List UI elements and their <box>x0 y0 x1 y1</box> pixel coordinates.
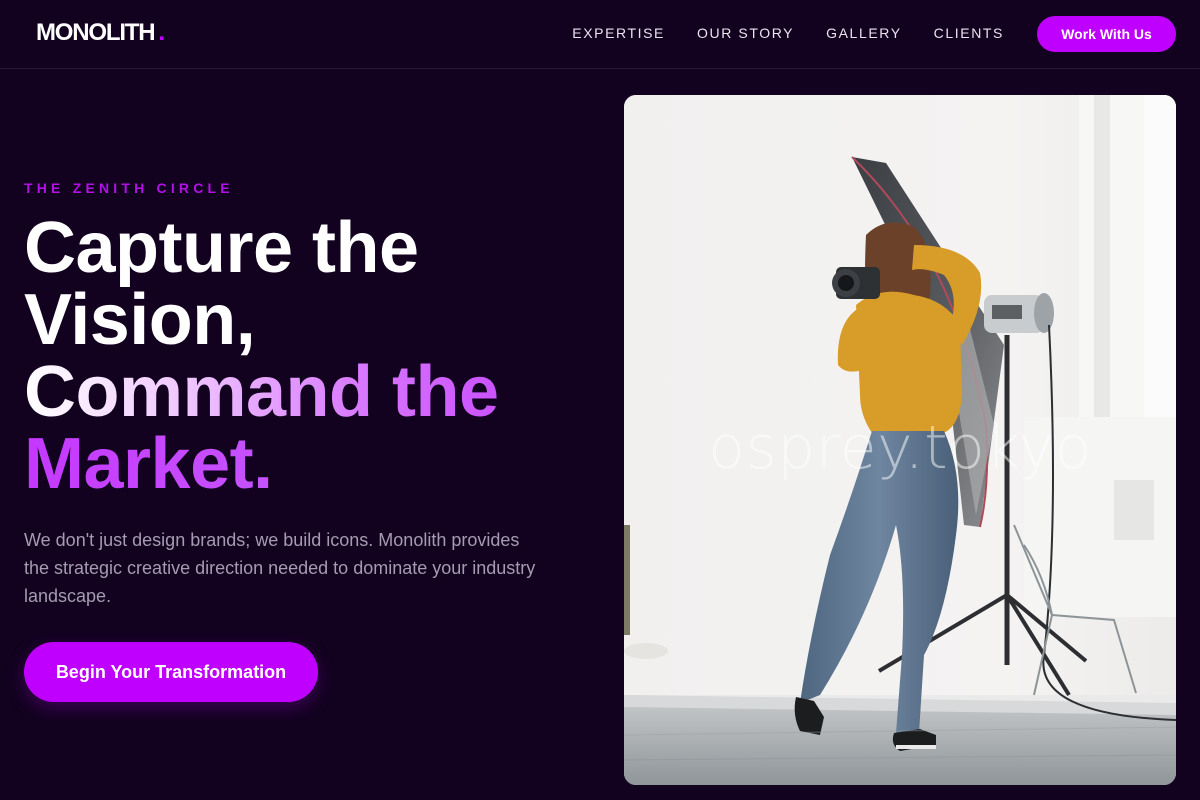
hero-description: We don't just design brands; we build ic… <box>24 530 536 606</box>
nav-link-expertise[interactable]: EXPERTISE <box>572 24 665 42</box>
headline-line-4: Market. <box>24 428 584 500</box>
work-with-us-button[interactable]: Work With Us <box>1037 16 1176 52</box>
logo[interactable]: MONOLITH. <box>36 19 165 47</box>
logo-text: MONOLITH <box>36 19 156 46</box>
nav-link-our-story[interactable]: OUR STORY <box>697 24 794 42</box>
begin-transformation-button[interactable]: Begin Your Transformation <box>24 642 318 702</box>
image-watermark: osprey.tokyo <box>708 413 1092 483</box>
nav-link-clients[interactable]: CLIENTS <box>934 24 1004 42</box>
hero-headline: Capture the Vision, Command the Market. <box>24 212 584 500</box>
hero-eyebrow: THE ZENITH CIRCLE <box>24 180 234 196</box>
site-header: MONOLITH. EXPERTISE OUR STORY GALLERY CL… <box>0 0 1200 69</box>
logo-dot: . <box>158 19 165 46</box>
hero-image: osprey.tokyo <box>624 95 1176 785</box>
headline-line-2: Vision, <box>24 280 256 360</box>
headline-line-1: Capture the <box>24 208 419 288</box>
main-nav: EXPERTISE OUR STORY GALLERY CLIENTS <box>572 24 1004 42</box>
nav-link-gallery[interactable]: GALLERY <box>826 24 902 42</box>
headline-line-3: Command the <box>24 356 584 428</box>
